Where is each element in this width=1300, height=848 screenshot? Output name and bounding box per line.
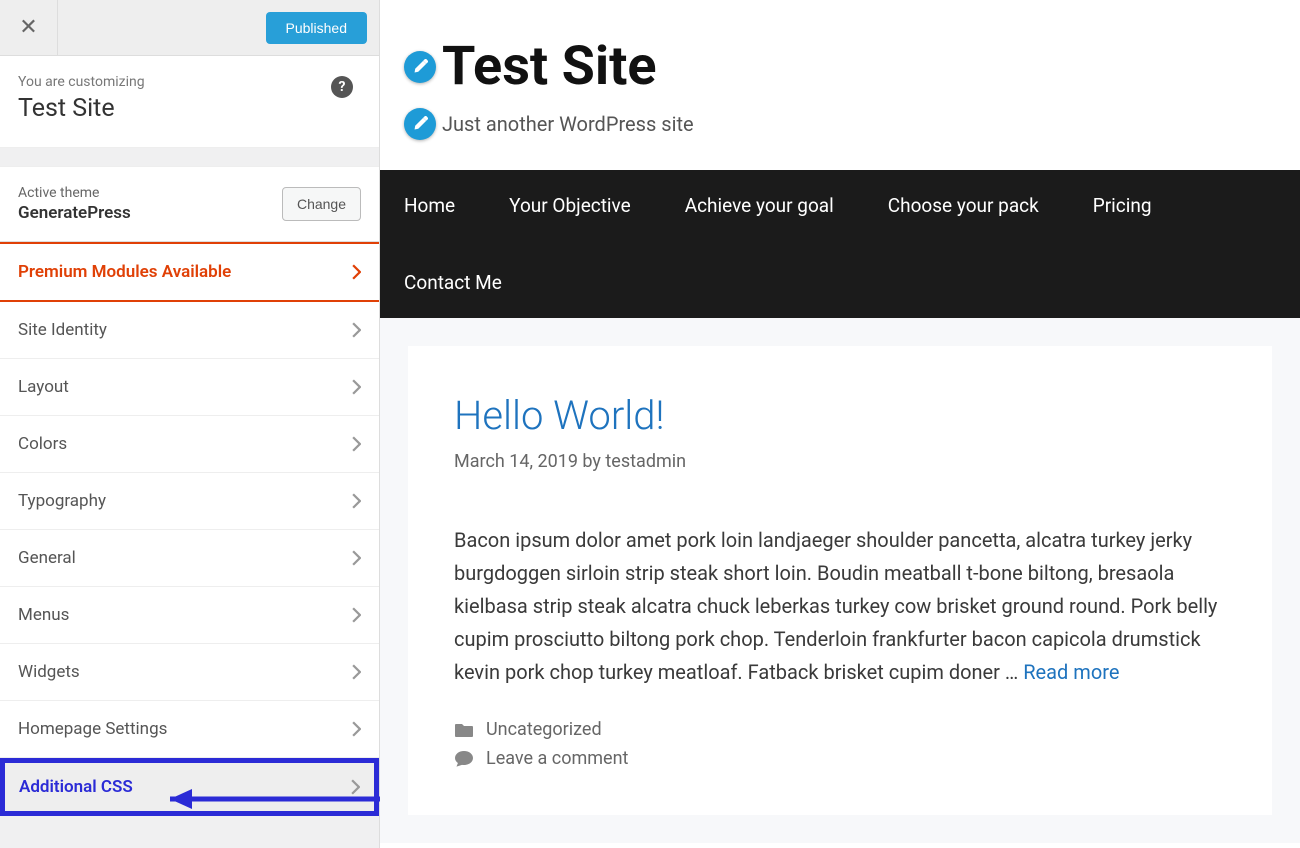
section-general[interactable]: General xyxy=(0,530,379,587)
change-theme-button[interactable]: Change xyxy=(282,187,361,221)
edit-title-shortcut[interactable] xyxy=(404,51,436,83)
pencil-icon xyxy=(412,116,428,132)
section-label: Site Identity xyxy=(18,320,107,340)
customizer-panel: ✕ Published You are customizing Test Sit… xyxy=(0,0,380,848)
chevron-right-icon xyxy=(352,264,361,280)
chevron-right-icon xyxy=(352,550,361,566)
post-taxonomy: Uncategorized Leave a comment xyxy=(454,719,1226,769)
section-label: Homepage Settings xyxy=(18,719,167,739)
nav-item-choose[interactable]: Choose your pack xyxy=(888,194,1039,217)
section-typography[interactable]: Typography xyxy=(0,473,379,530)
nav-item-home[interactable]: Home xyxy=(404,194,455,217)
nav-item-achieve[interactable]: Achieve your goal xyxy=(685,194,834,217)
section-menus[interactable]: Menus xyxy=(0,587,379,644)
folder-icon xyxy=(454,722,474,738)
leave-comment-link[interactable]: Leave a comment xyxy=(486,748,628,769)
chevron-right-icon xyxy=(352,379,361,395)
chevron-right-icon xyxy=(352,721,361,737)
post-card: Hello World! March 14, 2019 by testadmin… xyxy=(408,346,1272,815)
read-more-link[interactable]: Read more xyxy=(1023,660,1119,684)
section-label: Menus xyxy=(18,605,69,625)
chevron-right-icon xyxy=(352,436,361,452)
section-label: Premium Modules Available xyxy=(18,262,231,282)
post-date: March 14, 2019 xyxy=(454,451,578,472)
edit-tagline-shortcut[interactable] xyxy=(404,108,436,140)
site-name-heading: Test Site xyxy=(18,94,361,123)
site-title[interactable]: Test Site xyxy=(442,40,657,94)
section-layout[interactable]: Layout xyxy=(0,359,379,416)
nav-item-pricing[interactable]: Pricing xyxy=(1093,194,1152,217)
site-tagline: Just another WordPress site xyxy=(442,112,694,136)
publish-button[interactable]: Published xyxy=(266,12,368,44)
post-title-link[interactable]: Hello World! xyxy=(454,392,1226,439)
content-area: Hello World! March 14, 2019 by testadmin… xyxy=(380,318,1300,843)
section-widgets[interactable]: Widgets xyxy=(0,644,379,701)
site-header: Test Site Just another WordPress site xyxy=(380,0,1300,170)
section-label: Typography xyxy=(18,491,106,511)
chevron-right-icon xyxy=(352,322,361,338)
chevron-right-icon xyxy=(352,664,361,680)
active-theme-label: Active theme xyxy=(18,185,131,201)
section-label: Layout xyxy=(18,377,69,397)
theme-name: GeneratePress xyxy=(18,203,131,223)
section-label: Additional CSS xyxy=(19,777,133,797)
post-author-link[interactable]: testadmin xyxy=(605,451,686,472)
close-button[interactable]: ✕ xyxy=(0,0,58,56)
section-homepage-settings[interactable]: Homepage Settings xyxy=(0,701,379,758)
close-icon: ✕ xyxy=(19,15,37,40)
section-colors[interactable]: Colors xyxy=(0,416,379,473)
primary-nav: Home Your Objective Achieve your goal Ch… xyxy=(380,170,1300,318)
spacer xyxy=(0,148,379,166)
pencil-icon xyxy=(412,59,428,75)
help-icon: ? xyxy=(339,79,346,95)
chevron-right-icon xyxy=(352,493,361,509)
post-meta: March 14, 2019 by testadmin xyxy=(454,451,1226,472)
chevron-right-icon xyxy=(351,779,360,795)
section-label: General xyxy=(18,548,76,568)
post-category-link[interactable]: Uncategorized xyxy=(486,719,602,740)
comment-icon xyxy=(454,750,474,768)
section-site-identity[interactable]: Site Identity xyxy=(0,302,379,359)
section-premium-modules[interactable]: Premium Modules Available xyxy=(0,242,379,302)
chevron-right-icon xyxy=(352,607,361,623)
customizing-label: You are customizing xyxy=(18,74,145,90)
post-excerpt: Bacon ipsum dolor amet pork loin landjae… xyxy=(454,524,1226,689)
post-by-label: by xyxy=(582,451,601,472)
nav-item-objective[interactable]: Your Objective xyxy=(509,194,631,217)
customizer-top-bar: ✕ Published xyxy=(0,0,379,56)
section-additional-css[interactable]: Additional CSS xyxy=(0,758,379,816)
active-theme-section: Active theme GeneratePress Change xyxy=(0,166,379,242)
customizer-intro: You are customizing Test Site ? xyxy=(0,56,379,148)
help-button[interactable]: ? xyxy=(331,76,353,98)
section-label: Colors xyxy=(18,434,67,454)
section-label: Widgets xyxy=(18,662,80,682)
preview-pane: Test Site Just another WordPress site Ho… xyxy=(380,0,1300,848)
nav-item-contact[interactable]: Contact Me xyxy=(404,271,502,294)
